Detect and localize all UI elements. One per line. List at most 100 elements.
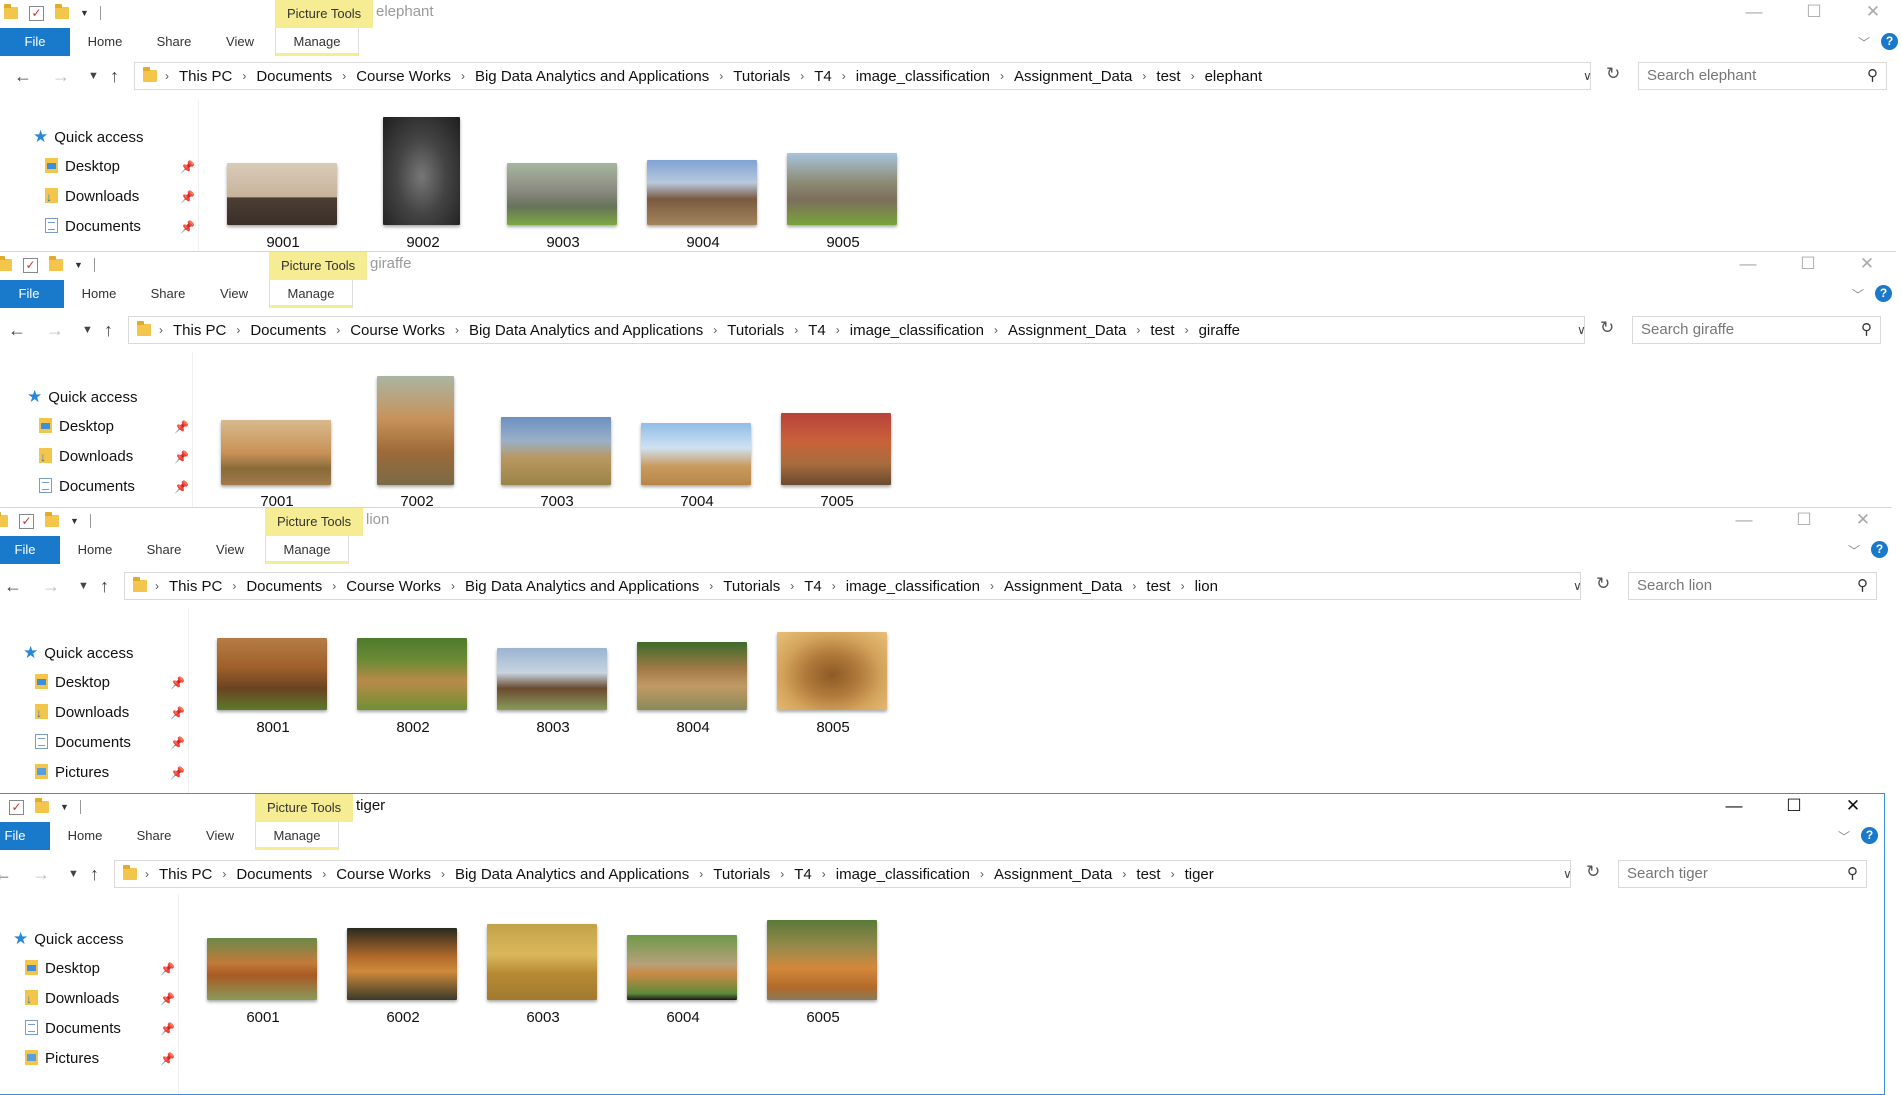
address-dropdown-icon[interactable]: ∨: [1577, 316, 1586, 344]
address-dropdown-icon[interactable]: ∨: [1583, 62, 1592, 90]
search-input[interactable]: Search lion ⚲: [1628, 572, 1877, 600]
back-arrow-icon[interactable]: ←: [14, 66, 32, 87]
search-icon[interactable]: ⚲: [1867, 63, 1878, 89]
breadcrumb-assignment-data[interactable]: Assignment_Data: [994, 866, 1112, 883]
help-icon[interactable]: ?: [1871, 541, 1888, 558]
image-thumbnail[interactable]: [357, 638, 467, 710]
search-input[interactable]: Search giraffe ⚲: [1632, 316, 1881, 344]
pin-icon[interactable]: 📌: [180, 220, 195, 234]
chevron-right-icon[interactable]: ›: [990, 579, 994, 593]
chevron-right-icon[interactable]: ›: [1185, 323, 1189, 337]
new-folder-icon[interactable]: [35, 798, 49, 813]
properties-check-icon[interactable]: ✓: [29, 5, 44, 21]
tab-share[interactable]: Share: [142, 536, 186, 564]
breadcrumb-current-folder[interactable]: tiger: [1185, 866, 1214, 883]
tab-file[interactable]: File: [0, 28, 70, 56]
chevron-right-icon[interactable]: ›: [1191, 69, 1195, 83]
up-arrow-icon[interactable]: ↑: [100, 576, 109, 597]
image-thumbnail[interactable]: [641, 423, 751, 485]
chevron-right-icon[interactable]: ›: [1181, 579, 1185, 593]
tab-share[interactable]: Share: [146, 280, 190, 308]
sidebar-item-quick-access[interactable]: ★ Quick access: [23, 641, 133, 665]
customize-toolbar-arrow-icon[interactable]: ▼: [80, 8, 89, 18]
breadcrumb-this-pc[interactable]: This PC: [159, 866, 212, 883]
properties-check-icon[interactable]: ✓: [23, 257, 38, 273]
image-thumbnail[interactable]: [777, 632, 887, 710]
sidebar-item-quick-access[interactable]: ★ Quick access: [13, 927, 123, 951]
maximize-button[interactable]: ☐: [1781, 508, 1827, 536]
image-thumbnail[interactable]: [227, 163, 337, 225]
properties-check-icon[interactable]: ✓: [9, 799, 24, 815]
maximize-button[interactable]: ☐: [1791, 0, 1837, 28]
tab-manage[interactable]: Manage: [269, 280, 353, 308]
close-button[interactable]: ✕: [1840, 508, 1886, 536]
back-arrow-icon[interactable]: ←: [8, 320, 26, 341]
pin-icon[interactable]: 📌: [174, 450, 189, 464]
image-thumbnail[interactable]: [627, 935, 737, 1000]
sidebar-item-documents[interactable]: Documents: [25, 1017, 121, 1041]
close-button[interactable]: ✕: [1850, 0, 1896, 28]
pin-icon[interactable]: 📌: [170, 706, 185, 720]
customize-toolbar-arrow-icon[interactable]: ▼: [60, 802, 69, 812]
folder-icon[interactable]: [0, 512, 8, 527]
chevron-right-icon[interactable]: ›: [236, 323, 240, 337]
breadcrumb-test[interactable]: test: [1136, 866, 1160, 883]
file-name[interactable]: 9001: [223, 234, 343, 251]
sidebar-item-desktop[interactable]: Desktop: [45, 155, 120, 179]
chevron-right-icon[interactable]: ›: [332, 579, 336, 593]
breadcrumb-big-data[interactable]: Big Data Analytics and Applications: [469, 322, 703, 339]
image-thumbnail[interactable]: [221, 420, 331, 485]
file-name[interactable]: 6004: [623, 1009, 743, 1026]
address-dropdown-icon[interactable]: ∨: [1573, 572, 1582, 600]
tab-home[interactable]: Home: [64, 822, 106, 850]
chevron-right-icon[interactable]: ›: [800, 69, 804, 83]
breadcrumb-t4[interactable]: T4: [794, 866, 812, 883]
address-bar[interactable]: › This PC › Documents › Course Works › Big …: [124, 572, 1581, 600]
up-arrow-icon[interactable]: ↑: [110, 66, 119, 87]
chevron-right-icon[interactable]: ›: [145, 867, 149, 881]
address-bar[interactable]: › This PC › Documents › Course Works › Big …: [128, 316, 1585, 344]
pin-icon[interactable]: 📌: [174, 420, 189, 434]
breadcrumb-image-classification[interactable]: image_classification: [856, 68, 990, 85]
chevron-right-icon[interactable]: ›: [451, 579, 455, 593]
image-thumbnail[interactable]: [647, 160, 757, 225]
pin-icon[interactable]: 📌: [174, 480, 189, 494]
pin-icon[interactable]: 📌: [170, 736, 185, 750]
chevron-right-icon[interactable]: ›: [232, 579, 236, 593]
close-button[interactable]: ✕: [1830, 794, 1876, 822]
breadcrumb-documents[interactable]: Documents: [246, 578, 322, 595]
tab-view[interactable]: View: [210, 536, 250, 564]
search-input[interactable]: Search tiger ⚲: [1618, 860, 1867, 888]
help-icon[interactable]: ?: [1881, 33, 1898, 50]
expand-ribbon-icon[interactable]: ﹀: [1858, 34, 1870, 51]
up-arrow-icon[interactable]: ↑: [90, 864, 99, 885]
breadcrumb-this-pc[interactable]: This PC: [179, 68, 232, 85]
new-folder-icon[interactable]: [55, 4, 69, 19]
chevron-right-icon[interactable]: ›: [242, 69, 246, 83]
chevron-right-icon[interactable]: ›: [222, 867, 226, 881]
new-folder-icon[interactable]: [49, 256, 63, 271]
chevron-right-icon[interactable]: ›: [1142, 69, 1146, 83]
image-thumbnail[interactable]: [637, 642, 747, 710]
pin-icon[interactable]: 📌: [170, 676, 185, 690]
sidebar-item-pictures[interactable]: Pictures: [35, 761, 109, 785]
title-bar[interactable]: ✓ ▼ Picture Tools tiger — ☐ ✕: [0, 794, 1884, 822]
search-icon[interactable]: ⚲: [1847, 861, 1858, 887]
file-name[interactable]: 7004: [637, 493, 757, 508]
chevron-right-icon[interactable]: ›: [455, 323, 459, 337]
breadcrumb-assignment-data[interactable]: Assignment_Data: [1014, 68, 1132, 85]
file-name[interactable]: 9003: [503, 234, 623, 251]
breadcrumb-this-pc[interactable]: This PC: [169, 578, 222, 595]
breadcrumb-test[interactable]: test: [1156, 68, 1180, 85]
sidebar-item-downloads[interactable]: Downloads: [25, 987, 119, 1011]
refresh-icon[interactable]: ↻: [1606, 64, 1620, 84]
up-arrow-icon[interactable]: ↑: [104, 320, 113, 341]
sidebar-item-desktop[interactable]: Desktop: [39, 415, 114, 439]
pane-divider[interactable]: [198, 100, 199, 251]
tab-manage[interactable]: Manage: [255, 822, 339, 850]
sidebar-item-pictures[interactable]: Pictures: [25, 1047, 99, 1071]
title-bar[interactable]: ✓ ▼ Picture Tools lion — ☐ ✕: [0, 508, 1892, 536]
file-name[interactable]: 9005: [783, 234, 903, 251]
breadcrumb-big-data[interactable]: Big Data Analytics and Applications: [465, 578, 699, 595]
tab-home[interactable]: Home: [84, 28, 126, 56]
